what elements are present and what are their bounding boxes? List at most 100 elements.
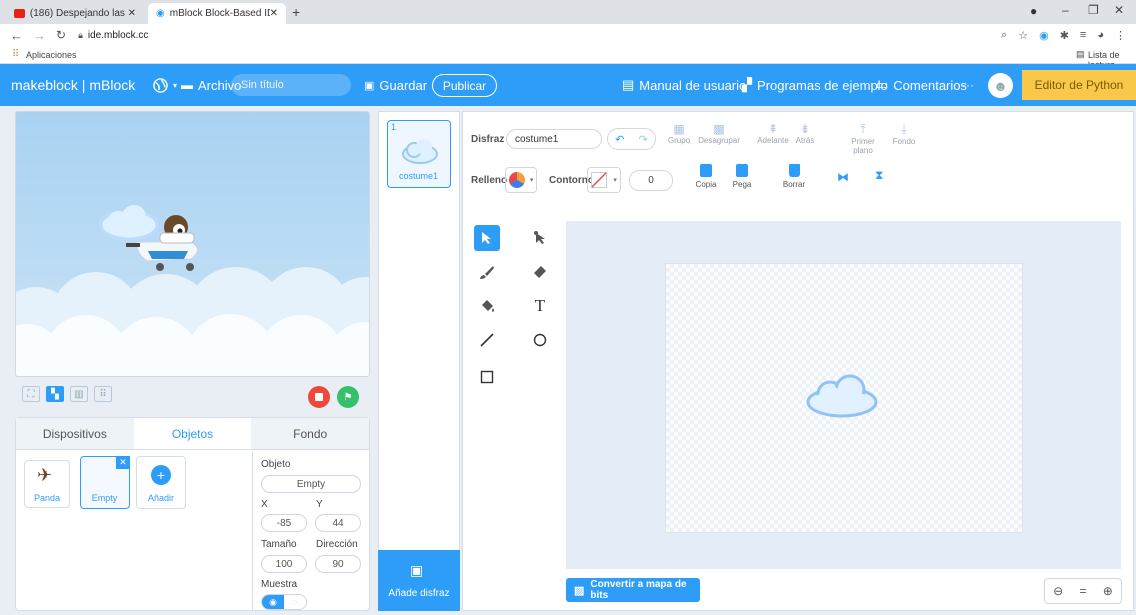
- brush-tool[interactable]: [474, 259, 500, 285]
- small-stage-icon[interactable]: ▚: [46, 386, 64, 402]
- reading-list-icon: ▤: [1076, 49, 1085, 59]
- large-stage-icon[interactable]: ▥: [70, 386, 88, 402]
- eye-off-icon[interactable]: ◌: [284, 595, 306, 609]
- browser-tab-youtube[interactable]: (186) Despejando las nubes - Mi ✕: [6, 3, 144, 24]
- feedback-link[interactable]: ▭ Comentarios: [876, 64, 967, 106]
- redo-icon[interactable]: ↷: [639, 133, 648, 146]
- folder-icon: ▬: [181, 78, 193, 92]
- paint-canvas-area[interactable]: [566, 221, 1121, 569]
- examples-link[interactable]: ▞ Programas de ejemplo: [742, 64, 888, 106]
- object-name-input[interactable]: Empty: [261, 475, 361, 493]
- send-back-button[interactable]: ⤓ Fondo: [889, 122, 919, 146]
- extension-icon[interactable]: ◉: [1039, 29, 1049, 42]
- save-button[interactable]: ▣ Guardar: [364, 64, 427, 106]
- stage[interactable]: [15, 111, 370, 377]
- stop-button[interactable]: [308, 386, 330, 408]
- sprite-tile-panda[interactable]: ✈ Panda: [24, 460, 70, 508]
- python-editor-button[interactable]: Editor de Python: [1022, 70, 1136, 100]
- forward-button[interactable]: ⇞ Adelante: [757, 122, 789, 145]
- back-icon[interactable]: ←: [10, 28, 23, 43]
- eye-icon[interactable]: ◉: [262, 595, 284, 609]
- restore-icon[interactable]: ❐: [1088, 3, 1099, 17]
- costume-list: 1 costume1 ▣ Añade disfraz: [378, 111, 460, 611]
- close-icon[interactable]: ✕: [270, 8, 278, 19]
- user-manual-link[interactable]: ▤ Manual de usuario: [622, 64, 746, 106]
- direction-input[interactable]: 90: [315, 555, 361, 573]
- fill-tool[interactable]: [474, 293, 500, 319]
- select-tool[interactable]: [474, 225, 500, 251]
- flip-horizontal-icon[interactable]: ⧓: [837, 170, 849, 184]
- star-icon[interactable]: ☆: [1018, 29, 1028, 42]
- browser-tab-mblock[interactable]: ◉ mBlock Block-Based IDE- Coding ✕: [148, 3, 286, 24]
- add-costume-button[interactable]: ▣ Añade disfraz: [378, 550, 460, 611]
- cloud-costume-shape[interactable]: [802, 372, 882, 420]
- zoom-icon[interactable]: ⌕: [1001, 29, 1007, 42]
- user-avatar[interactable]: ☻: [988, 73, 1013, 98]
- puzzle-icon[interactable]: ✱: [1060, 29, 1069, 42]
- fullscreen-icon[interactable]: ⛶: [22, 386, 40, 402]
- outline-width-input[interactable]: 0: [629, 170, 673, 191]
- ellipse-tool[interactable]: [527, 327, 553, 353]
- app-header: makeblock | mBlock ▾ ▬ Archivo Sin títul…: [0, 64, 1136, 106]
- fill-color-picker[interactable]: ▾: [505, 167, 537, 193]
- arrow-pointer-icon: [482, 232, 491, 244]
- x-input[interactable]: -85: [261, 514, 307, 532]
- y-input[interactable]: 44: [315, 514, 361, 532]
- text-tool[interactable]: T: [527, 293, 553, 319]
- queue-icon[interactable]: ≡: [1080, 29, 1086, 42]
- grid-stage-icon[interactable]: ⠿: [94, 386, 112, 402]
- zoom-out-icon[interactable]: ⊖: [1053, 584, 1063, 598]
- ungroup-button[interactable]: ▩ Desagrupar: [697, 122, 741, 145]
- tab-devices[interactable]: Dispositivos: [16, 418, 134, 449]
- apps-bookmark[interactable]: Aplicaciones: [26, 50, 77, 60]
- paste-label: Pega: [732, 180, 752, 189]
- new-tab-button[interactable]: +: [292, 4, 300, 20]
- project-name-input[interactable]: Sin título: [231, 74, 351, 96]
- eraser-tool[interactable]: [527, 259, 553, 285]
- brush-icon: [480, 266, 494, 279]
- avatar-icon[interactable]: ◕: [1097, 29, 1104, 42]
- flip-vertical-icon[interactable]: ⧗: [875, 168, 883, 183]
- window-close-icon[interactable]: ✕: [1114, 3, 1124, 17]
- back-label: Atrás: [795, 136, 815, 145]
- delete-button[interactable]: Borrar: [779, 164, 809, 189]
- bring-front-icon: ⤒: [860, 122, 866, 136]
- tab-objects[interactable]: Objetos: [133, 418, 252, 449]
- minimize-icon[interactable]: –: [1062, 3, 1069, 17]
- convert-bitmap-button[interactable]: ▨ Convertir a mapa de bits: [566, 578, 700, 602]
- panda-plane-sprite[interactable]: [96, 197, 216, 277]
- delete-sprite-icon[interactable]: ✕: [116, 456, 130, 469]
- tab-background[interactable]: Fondo: [251, 418, 370, 449]
- add-sprite-button[interactable]: + Añadir: [136, 456, 186, 509]
- undo-icon[interactable]: ↶: [615, 133, 624, 146]
- trash-icon: [788, 164, 800, 177]
- bring-front-button[interactable]: ⤒ Primer plano: [841, 122, 885, 155]
- size-input[interactable]: 100: [261, 555, 307, 573]
- url-field[interactable]: ide.mblock.cc: [88, 30, 149, 41]
- visibility-toggle[interactable]: ◉ ◌: [261, 594, 307, 610]
- copy-label: Copia: [695, 180, 717, 189]
- menu-icon[interactable]: ⋮: [1115, 29, 1126, 42]
- close-icon[interactable]: ✕: [128, 8, 136, 19]
- costume-tile[interactable]: 1 costume1: [387, 120, 451, 188]
- zoom-in-icon[interactable]: ⊕: [1103, 584, 1113, 598]
- more-menu[interactable]: ···: [962, 64, 974, 106]
- group-button[interactable]: ▦ Grupo: [665, 122, 693, 145]
- reload-icon[interactable]: ↻: [56, 28, 66, 42]
- reshape-icon: [534, 231, 545, 244]
- costume-name-input[interactable]: costume1: [506, 129, 602, 149]
- green-flag-button[interactable]: ⚑: [337, 386, 359, 408]
- line-tool[interactable]: [474, 327, 500, 353]
- rectangle-tool[interactable]: [474, 364, 500, 390]
- sprite-tile-empty[interactable]: ✕ Empty: [80, 456, 130, 509]
- forward-icon[interactable]: →: [33, 28, 46, 43]
- paste-button[interactable]: Pega: [729, 164, 755, 189]
- paint-canvas[interactable]: [665, 263, 1023, 533]
- copy-button[interactable]: Copia: [693, 164, 719, 189]
- language-button[interactable]: ▾: [153, 64, 177, 106]
- zoom-reset-button[interactable]: =: [1079, 584, 1086, 598]
- outline-color-picker[interactable]: ▾: [587, 167, 621, 193]
- publish-button[interactable]: Publicar: [432, 74, 497, 97]
- reshape-tool[interactable]: [527, 225, 553, 251]
- back-button[interactable]: ⇟ Atrás: [791, 122, 819, 145]
